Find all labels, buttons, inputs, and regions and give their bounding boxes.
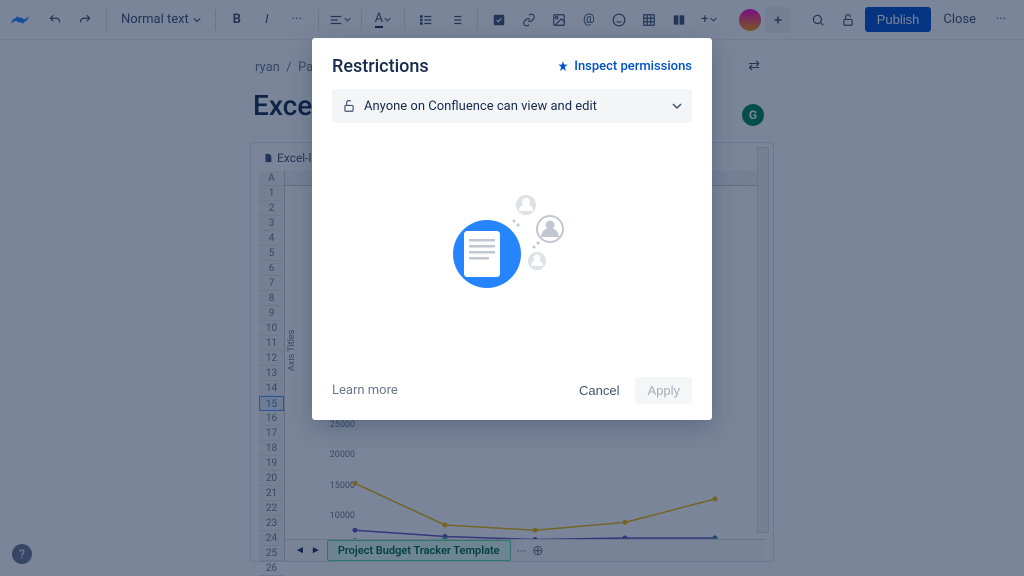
apply-button[interactable]: Apply (635, 377, 692, 404)
cancel-button[interactable]: Cancel (569, 377, 629, 404)
chevron-down-icon (672, 101, 682, 111)
inspect-permissions-link[interactable]: Inspect permissions (556, 59, 692, 74)
learn-more-link[interactable]: Learn more (332, 383, 398, 398)
restriction-level-select[interactable]: Anyone on Confluence can view and edit (332, 89, 692, 123)
dialog-title: Restrictions (332, 56, 429, 77)
restriction-current-value: Anyone on Confluence can view and edit (364, 99, 597, 114)
restrictions-illustration (312, 123, 712, 365)
unlocked-icon (342, 99, 356, 113)
restrictions-dialog: Restrictions Inspect permissions Anyone … (312, 38, 712, 420)
